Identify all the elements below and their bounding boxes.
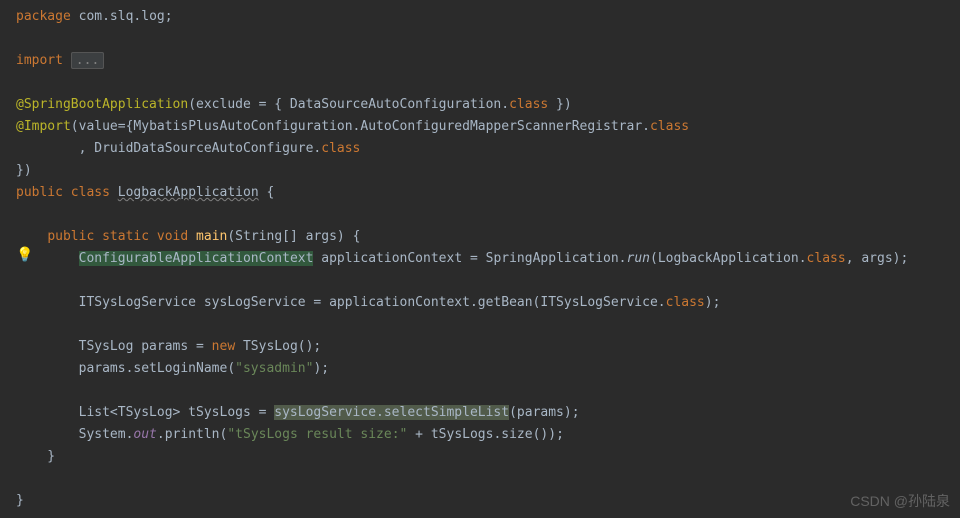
code-line[interactable]: }): [16, 160, 960, 182]
fold-marker[interactable]: ...: [71, 52, 104, 69]
code-line[interactable]: System.out.println("tSysLogs result size…: [16, 424, 960, 446]
code-line[interactable]: }: [16, 446, 960, 468]
code-line[interactable]: TSysLog params = new TSysLog();: [16, 336, 960, 358]
keyword: void: [157, 229, 188, 244]
code-line[interactable]: , DruidDataSourceAutoConfigure.class: [16, 138, 960, 160]
code-line[interactable]: ConfigurableApplicationContext applicati…: [16, 248, 960, 270]
text: (exclude = { DataSourceAutoConfiguration…: [188, 97, 509, 112]
code-line[interactable]: import ...: [16, 50, 960, 72]
watermark: CSDN @孙陆泉: [850, 490, 950, 512]
annotation: @SpringBootApplication: [16, 97, 188, 112]
static-method: run: [627, 251, 650, 266]
text: .println(: [157, 427, 227, 442]
code-line[interactable]: ITSysLogService sysLogService = applicat…: [16, 292, 960, 314]
class-name: LogbackApplication: [118, 185, 259, 200]
keyword: public: [16, 185, 63, 200]
keyword: class: [321, 141, 360, 156]
keyword: class: [509, 97, 548, 112]
code-line[interactable]: List<TSysLog> tSysLogs = sysLogService.s…: [16, 402, 960, 424]
text: );: [313, 361, 329, 376]
keyword: class: [650, 119, 689, 134]
text: }): [548, 97, 571, 112]
code-line[interactable]: params.setLoginName("sysadmin");: [16, 358, 960, 380]
text: TSysLog params =: [16, 339, 212, 354]
code-line[interactable]: public class LogbackApplication {: [16, 182, 960, 204]
code-line[interactable]: @SpringBootApplication(exclude = { DataS…: [16, 94, 960, 116]
code-line[interactable]: [16, 204, 960, 226]
code-line[interactable]: [16, 380, 960, 402]
keyword: class: [71, 185, 110, 200]
code-line[interactable]: package com.slq.log;: [16, 6, 960, 28]
annotation: @Import: [16, 119, 71, 134]
method-name: main: [196, 229, 227, 244]
text: );: [705, 295, 721, 310]
code-line[interactable]: }: [16, 490, 960, 512]
text: {: [259, 185, 275, 200]
keyword: package: [16, 9, 71, 24]
code-line[interactable]: [16, 468, 960, 490]
text: applicationContext = SpringApplication.: [313, 251, 626, 266]
keyword: import: [16, 53, 63, 68]
code-editor[interactable]: package com.slq.log; import ... @SpringB…: [0, 0, 960, 518]
selection: sysLogService.selectSimpleList: [274, 405, 509, 420]
text: params.setLoginName(: [16, 361, 235, 376]
code-line[interactable]: [16, 28, 960, 50]
string-literal: "tSysLogs result size:": [227, 427, 407, 442]
text: (LogbackApplication.: [650, 251, 807, 266]
intention-bulb-icon[interactable]: 💡: [16, 244, 33, 266]
keyword: class: [807, 251, 846, 266]
code-line[interactable]: [16, 270, 960, 292]
text: }): [16, 163, 32, 178]
text: ITSysLogService sysLogService = applicat…: [16, 295, 666, 310]
string-literal: "sysadmin": [235, 361, 313, 376]
text: System.: [16, 427, 133, 442]
code-line[interactable]: [16, 314, 960, 336]
keyword: new: [212, 339, 235, 354]
text: (String[] args) {: [227, 229, 360, 244]
keyword: static: [102, 229, 149, 244]
code-line[interactable]: @Import(value={MybatisPlusAutoConfigurat…: [16, 116, 960, 138]
text: + tSysLogs.size());: [407, 427, 564, 442]
keyword: public: [47, 229, 94, 244]
text: }: [16, 493, 24, 508]
static-field: out: [133, 427, 156, 442]
text: TSysLog();: [235, 339, 321, 354]
text: }: [16, 449, 55, 464]
highlighted-type: ConfigurableApplicationContext: [79, 251, 314, 266]
code-line[interactable]: public static void main(String[] args) {: [16, 226, 960, 248]
text: (params);: [509, 405, 579, 420]
keyword: class: [666, 295, 705, 310]
code-line[interactable]: [16, 72, 960, 94]
text: (value={MybatisPlusAutoConfiguration.Aut…: [71, 119, 650, 134]
text: , args);: [846, 251, 909, 266]
text: List<TSysLog> tSysLogs =: [16, 405, 274, 420]
text: , DruidDataSourceAutoConfigure.: [16, 141, 321, 156]
package-path: com.slq.log;: [71, 9, 173, 24]
